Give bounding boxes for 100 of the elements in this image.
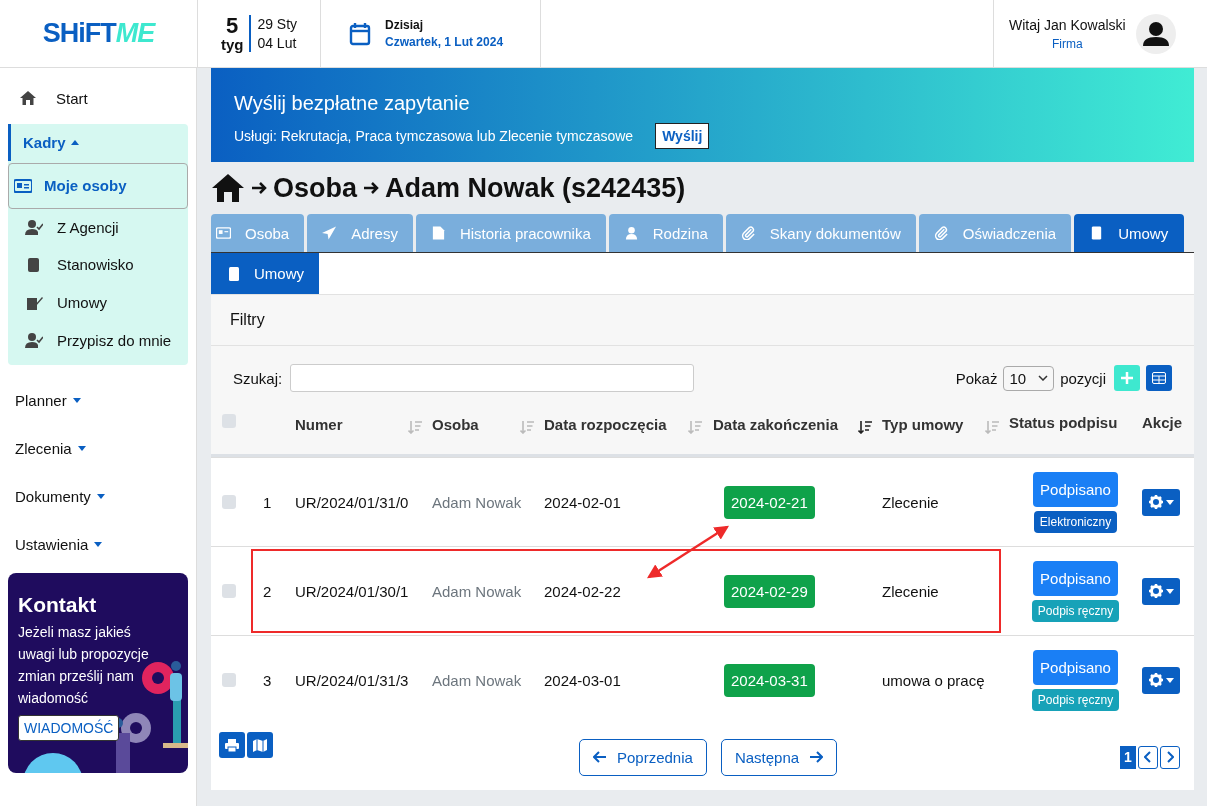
column-header[interactable]: Akcje xyxy=(1142,414,1183,431)
filters-title: Filtry xyxy=(230,311,265,329)
person-icon xyxy=(623,226,639,240)
signature-badge: Podpis ręczny xyxy=(1031,688,1120,711)
table-cell: Adam Nowak xyxy=(432,671,522,689)
table-cell: 2024-02-22 xyxy=(544,582,621,600)
show-label: Pokaż xyxy=(955,369,998,387)
page-size-select[interactable]: 10 xyxy=(1003,365,1055,391)
actions-button[interactable] xyxy=(1142,488,1180,516)
page-button[interactable]: 1 xyxy=(1120,745,1136,769)
paperclip-icon xyxy=(740,226,756,240)
person-check-icon xyxy=(25,332,43,349)
sidebar-group-header[interactable]: Kadry xyxy=(23,134,66,151)
send-button[interactable]: Wyślij xyxy=(655,123,710,149)
gear-icon xyxy=(1148,495,1163,509)
caret-icon xyxy=(1165,588,1174,594)
sidebar-menu[interactable]: Ustawienia xyxy=(15,536,89,554)
column-header[interactable]: Numer xyxy=(295,415,343,433)
column-header[interactable]: Typ umowy xyxy=(882,415,964,433)
id-card-icon xyxy=(216,226,231,240)
caret-icon xyxy=(1165,499,1174,505)
table-cell: 2024-02-01 xyxy=(544,493,621,511)
caret-icon[interactable] xyxy=(94,542,103,548)
sidebar-item[interactable]: Moje osoby xyxy=(8,163,188,209)
end-date-badge: 2024-02-21 xyxy=(724,485,815,519)
previous-button[interactable]: Poprzednia xyxy=(579,738,707,776)
table-cell: Adam Nowak xyxy=(432,582,522,600)
map-button[interactable] xyxy=(247,732,273,758)
book-icon xyxy=(228,266,240,281)
row-number: 1 xyxy=(263,493,272,511)
caret-icon[interactable] xyxy=(70,140,79,145)
today-date: Czwartek, 1 Lut 2024 xyxy=(385,33,504,51)
sidebar-menu[interactable]: Zlecenia xyxy=(15,440,72,458)
week-number: 5 xyxy=(226,15,239,37)
breadcrumb-item: Osoba xyxy=(273,172,358,204)
gear-icon xyxy=(1148,584,1163,598)
sidebar-item[interactable]: Umowy xyxy=(8,283,188,322)
arrow-left-icon xyxy=(593,751,607,763)
row-number: 3 xyxy=(263,671,272,689)
user-greeting: Witaj Jan Kowalski xyxy=(1009,16,1126,33)
row-checkbox[interactable] xyxy=(222,584,236,598)
paperclip-icon xyxy=(933,226,949,240)
print-button[interactable] xyxy=(219,732,245,758)
status-button[interactable]: Podpisano xyxy=(1033,560,1118,596)
home-icon[interactable] xyxy=(211,174,245,203)
avatar-icon[interactable] xyxy=(1135,13,1176,54)
document-icon xyxy=(430,226,446,240)
sidebar-item[interactable]: Przypisz do mnie xyxy=(8,321,188,359)
row-checkbox[interactable] xyxy=(222,673,236,687)
previous-page-button[interactable] xyxy=(1138,745,1158,769)
paper-plane-icon xyxy=(322,226,338,240)
gear-icon xyxy=(1148,673,1163,687)
table-cell: 2024-03-01 xyxy=(544,671,621,689)
caret-icon[interactable] xyxy=(77,446,86,452)
message-button[interactable]: WIADOMOŚĆ xyxy=(18,714,120,741)
column-header[interactable]: Data zakończenia xyxy=(713,415,839,433)
chevron-right-icon xyxy=(1166,751,1174,763)
column-header[interactable]: Osoba xyxy=(432,415,479,433)
logo[interactable]: SHiFTME xyxy=(42,18,155,49)
tab[interactable]: Umowy xyxy=(1074,214,1185,252)
sidebar-menu[interactable]: Planner xyxy=(15,392,67,410)
next-page-button[interactable] xyxy=(1160,745,1180,769)
caret-icon xyxy=(1165,677,1174,683)
column-header[interactable]: Status podpisu xyxy=(1009,414,1118,431)
id-card-icon xyxy=(14,177,32,194)
home-icon xyxy=(20,91,36,105)
sidebar-menu[interactable]: Dokumenty xyxy=(15,488,91,506)
table-cell: umowa o pracę xyxy=(882,671,985,689)
status-button[interactable]: Podpisano xyxy=(1033,649,1118,685)
table-cell: Zlecenie xyxy=(882,582,939,600)
sidebar-item[interactable]: Stanowisko xyxy=(8,246,188,284)
sort-icon[interactable] xyxy=(858,420,872,434)
banner-text: Usługi: Rekrutacja, Praca tymczasowa lub Zlecenie tymczasowe xyxy=(234,128,634,144)
breadcrumb-item: Adam Nowak (s242435) xyxy=(385,172,686,204)
company-link[interactable]: Firma xyxy=(1052,36,1083,51)
contact-text: Jeżeli masz jakieś uwagi lub propozycje zmian prześlij nam wiadomość xyxy=(18,622,150,708)
table-cell: Adam Nowak xyxy=(432,493,522,511)
tab[interactable]: Umowy xyxy=(211,253,319,294)
column-header[interactable]: Data rozpoczęcia xyxy=(544,415,667,433)
sidebar-item[interactable]: Start xyxy=(8,76,188,120)
search-field[interactable] xyxy=(290,364,695,392)
map-icon xyxy=(253,738,267,752)
status-button[interactable]: Podpisano xyxy=(1033,471,1118,507)
actions-button[interactable] xyxy=(1142,666,1180,694)
today-label: Dzisiaj xyxy=(385,16,424,34)
caret-icon[interactable] xyxy=(72,398,81,404)
next-button[interactable]: Następna xyxy=(720,738,838,776)
sidebar-item[interactable]: Z Agencji xyxy=(8,208,188,247)
end-date-badge: 2024-02-29 xyxy=(724,574,815,608)
signature-badge: Podpis ręczny xyxy=(1031,599,1120,622)
signature-badge: Elektroniczny xyxy=(1033,510,1118,533)
table-cell: UR/2024/01/30/1 xyxy=(295,582,409,600)
table-icon xyxy=(1152,372,1166,384)
caret-icon[interactable] xyxy=(96,494,105,500)
select-all-checkbox[interactable] xyxy=(222,414,236,428)
table-cell: UR/2024/01/31/0 xyxy=(295,493,409,511)
row-checkbox[interactable] xyxy=(222,495,236,509)
actions-button[interactable] xyxy=(1142,577,1180,605)
contact-title: Kontakt xyxy=(18,592,97,617)
columns-button[interactable] xyxy=(1146,365,1172,391)
